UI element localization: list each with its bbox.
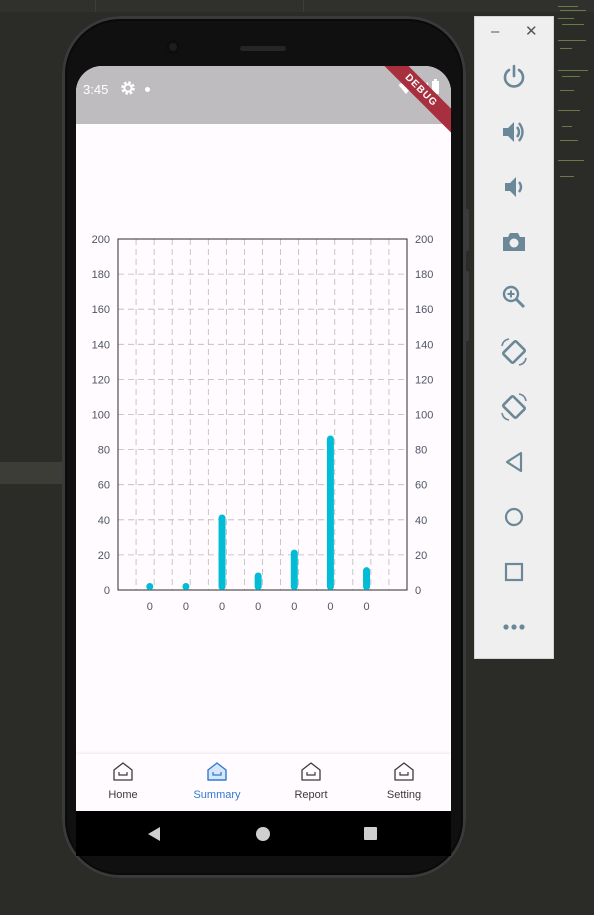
x-tick-label: 0 (183, 601, 189, 613)
x-tick-label: 0 (255, 601, 261, 613)
y-tick-label-left: 180 (92, 269, 110, 281)
y-tick-label-right: 0 (415, 585, 421, 597)
close-icon[interactable]: ✕ (525, 23, 538, 41)
nav-label-report: Report (294, 789, 328, 801)
home-icon[interactable] (499, 502, 529, 532)
home-icon (394, 762, 414, 781)
ide-code-minimap (556, 0, 594, 190)
system-navigation-bar (76, 811, 451, 856)
zoom-icon[interactable] (499, 282, 529, 312)
y-tick-label-right: 140 (415, 339, 433, 351)
nav-item-report[interactable]: Report (264, 754, 358, 811)
bar (182, 582, 190, 590)
nav-item-setting[interactable]: Setting (357, 754, 451, 811)
system-recents-button[interactable] (364, 827, 377, 840)
minimize-icon[interactable]: – (491, 23, 499, 41)
system-back-button[interactable] (148, 827, 160, 841)
y-tick-label-left: 0 (104, 585, 110, 597)
volume-up-icon[interactable] (499, 117, 529, 147)
rotate-left-icon[interactable] (499, 337, 529, 367)
bottom-navigation-bar: Home Summary Report Setting (76, 754, 451, 811)
x-tick-label: 0 (327, 601, 333, 613)
home-icon (113, 762, 133, 781)
y-tick-label-left: 60 (98, 480, 110, 492)
bar (146, 582, 154, 590)
bar (254, 572, 262, 590)
earpiece-speaker (240, 46, 286, 51)
y-tick-label-left: 80 (98, 445, 110, 457)
x-tick-label: 0 (291, 601, 297, 613)
bar (290, 549, 298, 590)
bar (363, 567, 371, 590)
x-tick-label: 0 (363, 601, 369, 613)
more-icon[interactable] (499, 612, 529, 642)
bar (326, 435, 334, 590)
nav-item-summary[interactable]: Summary (170, 754, 264, 811)
volume-down-icon[interactable] (499, 172, 529, 202)
back-icon[interactable] (499, 447, 529, 477)
y-tick-label-right: 180 (415, 269, 433, 281)
nav-label-setting: Setting (386, 789, 422, 801)
y-tick-label-right: 200 (415, 234, 433, 246)
y-tick-label-left: 20 (98, 550, 110, 562)
y-tick-label-right: 20 (415, 550, 427, 562)
system-home-button[interactable] (256, 827, 270, 841)
phone-frame: 3:45 DEBUG 0 20 40 60 80 100 120 140 160 180 200 0 2… (62, 16, 469, 878)
desktop-top-bar (0, 0, 594, 12)
power-side-button[interactable] (464, 209, 469, 251)
desktop-divider (95, 0, 96, 12)
overview-icon[interactable] (499, 557, 529, 587)
y-tick-label-left: 100 (92, 410, 110, 422)
y-tick-label-left: 140 (92, 339, 110, 351)
y-tick-label-right: 40 (415, 515, 427, 527)
front-camera (166, 40, 180, 54)
nav-label-summary: Summary (193, 789, 241, 801)
y-tick-label-right: 60 (415, 480, 427, 492)
camera-icon[interactable] (499, 227, 529, 257)
rotate-right-icon[interactable] (499, 392, 529, 422)
desktop-divider (303, 0, 304, 12)
bar-chart: 0 20 40 60 80 100 120 140 160 180 200 0 20 40 60 80 100 1… (92, 234, 434, 613)
y-tick-label-left: 200 (92, 234, 110, 246)
y-tick-label-right: 120 (415, 374, 433, 386)
emulator-toolbar: – ✕ (474, 16, 554, 659)
x-tick-label: 0 (219, 601, 225, 613)
y-tick-label-left: 120 (92, 374, 110, 386)
y-tick-label-right: 100 (415, 410, 433, 422)
home-icon (301, 762, 321, 781)
power-icon[interactable] (499, 62, 529, 92)
y-tick-label-left: 40 (98, 515, 110, 527)
y-tick-label-right: 160 (415, 304, 433, 316)
volume-side-button[interactable] (464, 271, 469, 341)
phone-screen: 3:45 DEBUG 0 20 40 60 80 100 120 140 160 180 200 0 2… (76, 66, 451, 856)
x-tick-label: 0 (147, 601, 153, 613)
y-tick-label-right: 80 (415, 445, 427, 457)
y-tick-label-left: 160 (92, 304, 110, 316)
bar (218, 514, 226, 590)
nav-item-home[interactable]: Home (76, 754, 170, 811)
nav-label-home: Home (108, 789, 138, 801)
home-icon (207, 762, 227, 781)
